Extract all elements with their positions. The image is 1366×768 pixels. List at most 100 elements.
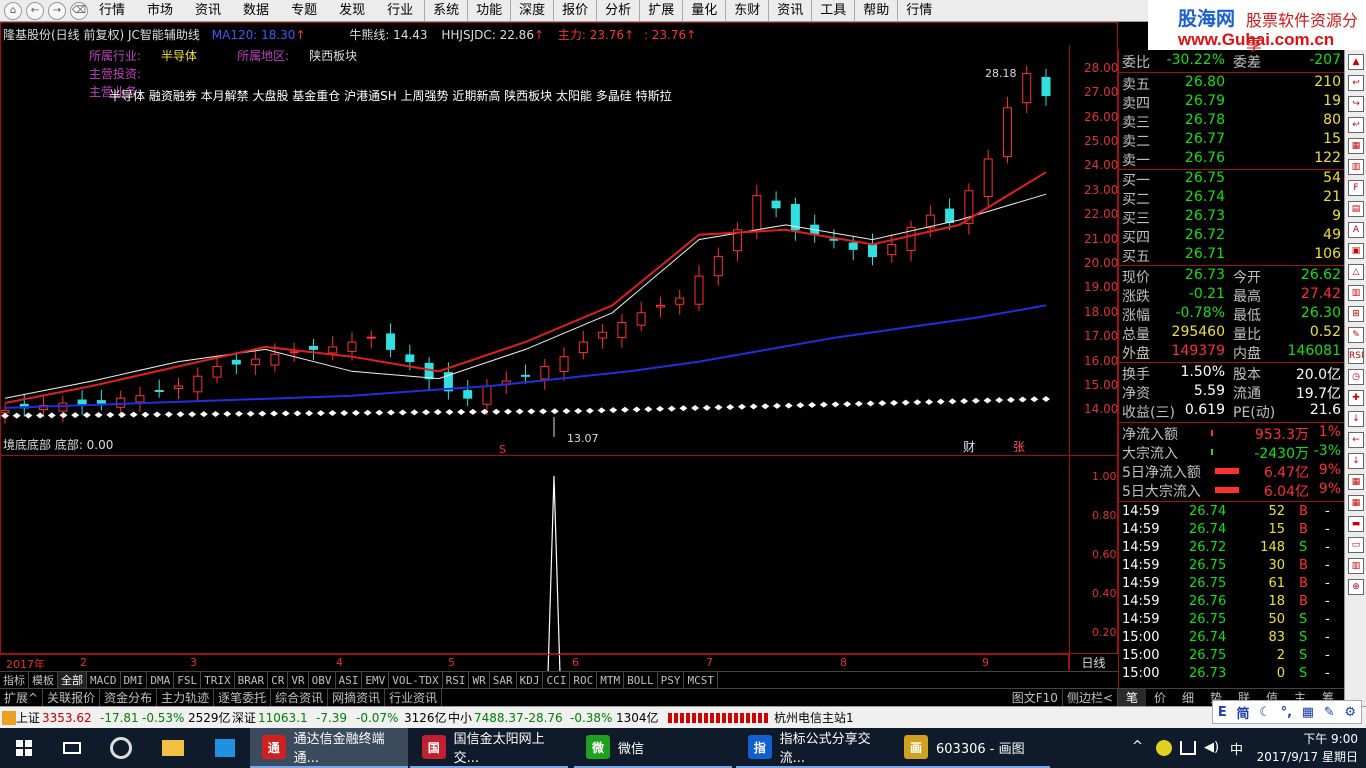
network-icon[interactable]	[1180, 741, 1196, 755]
taskbar-app-0[interactable]: 通通达信金融终端通...	[250, 728, 408, 768]
indicator-tab-boll[interactable]: BOLL	[624, 672, 658, 689]
start-button[interactable]	[0, 728, 48, 768]
indicator-tab-roc[interactable]: ROC	[570, 672, 598, 689]
ime-icon-3[interactable]: °,	[1281, 705, 1292, 720]
indicator-tab-mtm[interactable]: MTM	[597, 672, 625, 689]
toolbar-icon-10[interactable]: △	[1348, 264, 1364, 280]
toolbar-icon-1[interactable]: ↩	[1348, 75, 1364, 91]
nav-button-1[interactable]: ←	[26, 1, 44, 20]
indicator-tab-指标[interactable]: 指标	[0, 672, 29, 689]
toolbar-icon-23[interactable]: ▭	[1348, 537, 1364, 553]
toolbar-icon-13[interactable]: ✎	[1348, 327, 1364, 343]
toolbar-icon-20[interactable]: ▦	[1348, 474, 1364, 490]
tray-chevron-icon[interactable]: ^	[1132, 739, 1143, 754]
indicator-tab-asi[interactable]: ASI	[336, 672, 363, 689]
indicator-tab-psy[interactable]: PSY	[658, 672, 685, 689]
nav-button-2[interactable]: →	[48, 1, 66, 20]
bottom-tab-1[interactable]: 关联报价	[43, 689, 101, 707]
chart-area[interactable]: 隆基股份(日线 前复权) JC智能辅助线 MA120: 18.30↑ 牛熊线: …	[0, 22, 1119, 677]
toolbar-icon-19[interactable]: ↓	[1348, 453, 1364, 469]
file-explorer-button[interactable]	[148, 728, 198, 768]
toolbar-icon-8[interactable]: A	[1348, 222, 1364, 238]
nav-button-3[interactable]: ⌫	[70, 1, 88, 20]
quote-tab-2[interactable]: 细	[1174, 689, 1202, 706]
menu-item-6[interactable]: 行业	[376, 0, 424, 22]
quote-tab-0[interactable]: 笔	[1118, 689, 1146, 706]
toolbar-icon-12[interactable]: ⊞	[1348, 306, 1364, 322]
menu-item-18[interactable]: 行情	[897, 0, 940, 22]
taskbar-app-3[interactable]: 指指标公式分享交流...	[736, 728, 894, 768]
bottom-right-tab-0[interactable]: 图文F10	[1008, 689, 1063, 707]
menu-item-15[interactable]: 资讯	[768, 0, 811, 22]
ime-icon-0[interactable]: E	[1218, 705, 1227, 720]
taskbar-app-4[interactable]: 画 603306 - 画图	[892, 728, 1050, 768]
tray-green-icon[interactable]	[1156, 740, 1172, 756]
menu-item-16[interactable]: 工具	[811, 0, 854, 22]
toolbar-icon-14[interactable]: RSI	[1348, 348, 1364, 364]
volume-icon[interactable]: ◀)	[1204, 740, 1219, 755]
toolbar-icon-18[interactable]: ←	[1348, 432, 1364, 448]
indicator-tab-cci[interactable]: CCI	[543, 672, 571, 689]
ime-icon-4[interactable]: ▦	[1302, 705, 1314, 720]
indicator-tab-vol-tdx[interactable]: VOL-TDX	[389, 672, 443, 689]
menu-item-13[interactable]: 量化	[682, 0, 725, 22]
indicator-tab-brar[interactable]: BRAR	[235, 672, 269, 689]
bottom-tab-4[interactable]: 逐笔委托	[214, 689, 272, 707]
sub-indicator-chart[interactable]	[1, 455, 1069, 677]
ime-icon-6[interactable]: ⚙	[1344, 705, 1356, 720]
server-name[interactable]: 杭州电信主站1	[774, 707, 854, 729]
ime-icon-5[interactable]: ✎	[1324, 705, 1335, 720]
clock[interactable]: 下午 9:00 2017/9/17 星期日	[1257, 730, 1358, 766]
toolbar-icon-9[interactable]: ▣	[1348, 243, 1364, 259]
menu-item-0[interactable]: 行情	[88, 0, 136, 22]
toolbar-icon-4[interactable]: ▦	[1348, 138, 1364, 154]
indicator-tab-obv[interactable]: OBV	[309, 672, 336, 689]
menu-item-8[interactable]: 功能	[467, 0, 510, 22]
indicator-tab-cr[interactable]: CR	[268, 672, 289, 689]
indicator-tab-全部[interactable]: 全部	[58, 672, 87, 689]
toolbar-icon-25[interactable]: ⊕	[1348, 579, 1364, 595]
indicator-tab-trix[interactable]: TRIX	[201, 672, 235, 689]
ime-indicator[interactable]: 中	[1230, 739, 1243, 758]
bottom-tab-2[interactable]: 资金分布	[100, 689, 158, 707]
toolbar-icon-15[interactable]: ◷	[1348, 369, 1364, 385]
ime-toolbar[interactable]: E 简 ☾ °, ▦ ✎ ⚙	[1212, 700, 1362, 724]
menu-item-10[interactable]: 报价	[553, 0, 596, 22]
sz-index-label[interactable]: 深证	[232, 707, 256, 729]
toolbar-icon-17[interactable]: ↓	[1348, 411, 1364, 427]
quote-tab-1[interactable]: 价	[1146, 689, 1174, 706]
bottom-tab-6[interactable]: 网摘资讯	[328, 689, 386, 707]
toolbar-icon-22[interactable]: ▬	[1348, 516, 1364, 532]
nav-button-0[interactable]: ⌂	[4, 1, 22, 20]
toolbar-icon-2[interactable]: ↪	[1348, 96, 1364, 112]
menu-item-3[interactable]: 数据	[232, 0, 280, 22]
menu-item-2[interactable]: 资讯	[184, 0, 232, 22]
taskbar-app-2[interactable]: 微微信	[574, 728, 732, 768]
menu-item-4[interactable]: 专题	[280, 0, 328, 22]
indicator-tab-sar[interactable]: SAR	[490, 672, 517, 689]
menu-item-11[interactable]: 分析	[596, 0, 639, 22]
task-view-button[interactable]	[48, 728, 96, 768]
indicator-tab-wr[interactable]: WR	[469, 672, 490, 689]
toolbar-icon-21[interactable]: ▦	[1348, 495, 1364, 511]
menu-item-9[interactable]: 深度	[510, 0, 553, 22]
menu-item-14[interactable]: 东财	[725, 0, 768, 22]
bottom-tab-3[interactable]: 主力轨迹	[157, 689, 215, 707]
indicator-tab-vr[interactable]: VR	[288, 672, 309, 689]
menu-item-17[interactable]: 帮助	[854, 0, 897, 22]
pinned-app-2[interactable]	[200, 728, 250, 768]
toolbar-icon-7[interactable]: ▤	[1348, 201, 1364, 217]
pinned-app-1[interactable]	[96, 728, 146, 768]
indicator-tab-kdj[interactable]: KDJ	[517, 672, 544, 689]
menu-item-5[interactable]: 发现	[328, 0, 376, 22]
indicator-tab-dma[interactable]: DMA	[147, 672, 175, 689]
toolbar-icon-0[interactable]: ▲	[1348, 54, 1364, 70]
indicator-tab-dmi[interactable]: DMI	[121, 672, 148, 689]
indicator-tab-mcst[interactable]: MCST	[684, 672, 718, 689]
bottom-right-tab-1[interactable]: 侧边栏<	[1063, 689, 1118, 707]
ime-icon-1[interactable]: 简	[1236, 703, 1249, 722]
toolbar-icon-6[interactable]: F	[1348, 180, 1364, 196]
toolbar-icon-5[interactable]: ▥	[1348, 159, 1364, 175]
menu-item-12[interactable]: 扩展	[639, 0, 682, 22]
toolbar-icon-24[interactable]: ▥	[1348, 558, 1364, 574]
